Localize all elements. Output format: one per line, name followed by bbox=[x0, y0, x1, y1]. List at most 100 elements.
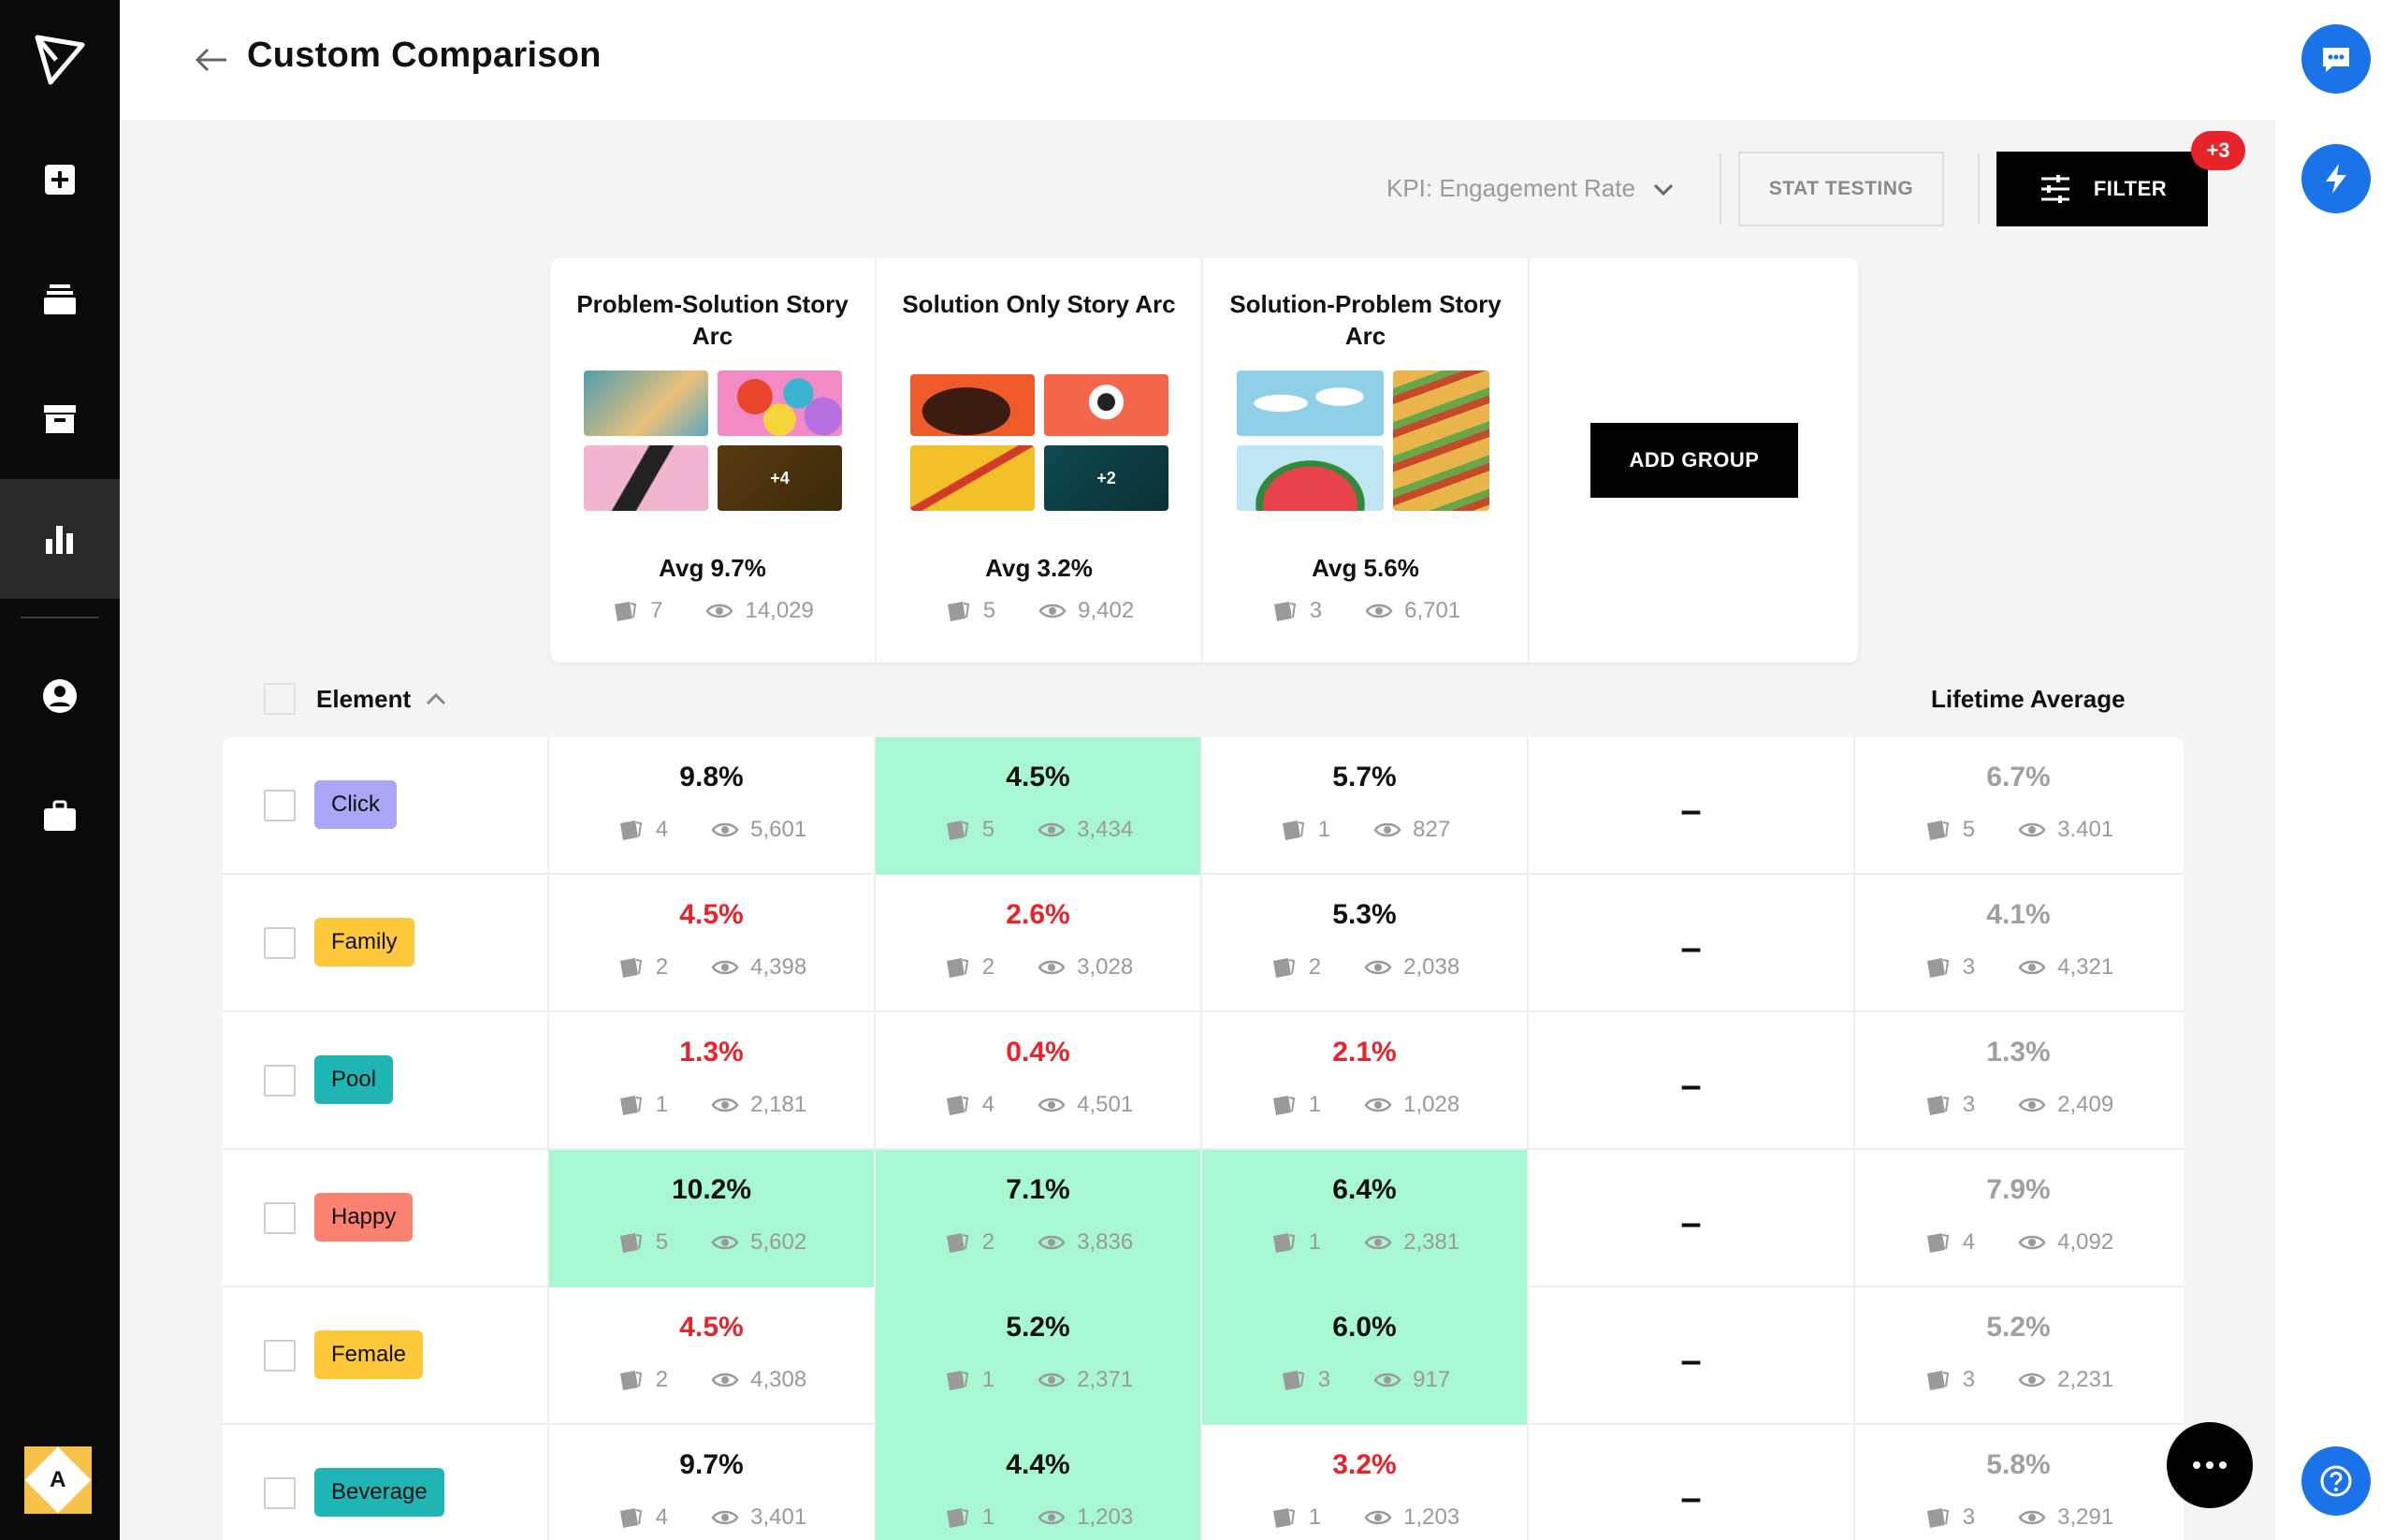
creative-icon bbox=[1926, 958, 1949, 978]
creative-thumbnail[interactable] bbox=[1393, 370, 1489, 511]
metric-cell[interactable]: 0.4% 4 4,501 bbox=[876, 1012, 1202, 1150]
element-tag[interactable]: Pool bbox=[314, 1055, 394, 1104]
creative-thumbnail[interactable] bbox=[1237, 445, 1384, 511]
nav-item-workspace[interactable] bbox=[0, 756, 120, 876]
metric-cell[interactable]: 7.1% 2 3,836 bbox=[876, 1150, 1202, 1287]
creatives-count: 1 bbox=[981, 1367, 995, 1392]
views-count: 5,602 bbox=[750, 1229, 807, 1255]
element-cell: Happy bbox=[223, 1150, 549, 1287]
views-count: 1,203 bbox=[1077, 1504, 1134, 1530]
element-tag[interactable]: Female bbox=[314, 1330, 424, 1379]
stat-testing-button[interactable]: STAT TESTING bbox=[1738, 152, 1944, 226]
kpi-label: KPI: Engagement Rate bbox=[1386, 174, 1635, 202]
metric-value: 4.5% bbox=[679, 1312, 744, 1343]
views-count: 4,501 bbox=[1077, 1092, 1134, 1117]
views-count: 3,401 bbox=[750, 1504, 807, 1530]
help-button[interactable] bbox=[2301, 1446, 2371, 1516]
logo-icon[interactable] bbox=[32, 32, 88, 88]
empty-group-cell: – bbox=[1529, 875, 1855, 1012]
filter-button[interactable]: FILTER bbox=[1996, 152, 2208, 226]
eye-icon bbox=[711, 1373, 739, 1387]
empty-group-cell: – bbox=[1529, 1012, 1855, 1150]
metric-cell[interactable]: 6.0% 3 917 bbox=[1202, 1287, 1529, 1425]
element-tag[interactable]: Beverage bbox=[314, 1468, 444, 1517]
views-count: 14,029 bbox=[745, 598, 814, 623]
views-count: 2,231 bbox=[2057, 1367, 2114, 1392]
creative-icon bbox=[1272, 1096, 1295, 1115]
creative-icon bbox=[946, 1371, 968, 1390]
creatives-count: 5 bbox=[982, 598, 996, 623]
row-checkbox[interactable] bbox=[264, 1340, 296, 1372]
metric-cell[interactable]: 9.7% 4 3,401 bbox=[549, 1425, 876, 1540]
more-actions-button[interactable] bbox=[2167, 1422, 2253, 1508]
row-checkbox[interactable] bbox=[264, 790, 296, 821]
metric-cell[interactable]: 1.3% 1 2,181 bbox=[549, 1012, 876, 1150]
creative-thumbnail[interactable] bbox=[910, 374, 1035, 436]
quick-actions-button[interactable] bbox=[2301, 144, 2371, 213]
row-checkbox[interactable] bbox=[264, 1065, 296, 1097]
user-avatar[interactable]: A bbox=[24, 1446, 92, 1514]
creative-thumbnail[interactable] bbox=[1044, 374, 1168, 436]
creatives-count: 7 bbox=[650, 598, 663, 623]
metric-cell[interactable]: 3.2% 1 1,203 bbox=[1202, 1425, 1529, 1540]
creative-thumbnail[interactable]: +2 bbox=[1044, 445, 1168, 511]
element-tag[interactable]: Click bbox=[314, 780, 397, 829]
metric-cell[interactable]: 4.5% 5 3,434 bbox=[876, 737, 1202, 875]
metric-cell[interactable]: 5.3% 2 2,038 bbox=[1202, 875, 1529, 1012]
add-group-button[interactable]: ADD GROUP bbox=[1590, 423, 1798, 498]
lifetime-value: 6.7% bbox=[1986, 762, 2051, 792]
table-row: Happy 10.2% 5 5,602 7.1% 2 3,836 6.4% 1 2,381 – 7.9… bbox=[223, 1150, 2184, 1287]
nav-item-analytics[interactable] bbox=[0, 479, 120, 599]
metric-cell[interactable]: 4.5% 2 4,398 bbox=[549, 875, 876, 1012]
creatives-count: 2 bbox=[981, 954, 995, 980]
metric-value: 2.6% bbox=[1006, 899, 1070, 930]
group-thumbnails bbox=[1237, 370, 1495, 511]
metric-cell[interactable]: 6.4% 1 2,381 bbox=[1202, 1150, 1529, 1287]
metric-cell[interactable]: 2.1% 1 1,028 bbox=[1202, 1012, 1529, 1150]
chat-button[interactable] bbox=[2301, 24, 2371, 94]
group-card[interactable]: Problem-Solution Story Arc +4 Avg 9.7% 7… bbox=[550, 258, 877, 662]
left-nav: A bbox=[0, 0, 120, 1540]
creative-icon bbox=[1272, 1233, 1295, 1253]
nav-item-archive[interactable] bbox=[0, 359, 120, 479]
metric-value: 4.5% bbox=[1006, 762, 1070, 792]
lifetime-cell: 4.1% 3 4,321 bbox=[1855, 875, 2182, 1012]
metric-cell[interactable]: 5.2% 1 2,371 bbox=[876, 1287, 1202, 1425]
nav-item-account[interactable] bbox=[0, 636, 120, 756]
creative-thumbnail[interactable]: +4 bbox=[718, 445, 842, 511]
element-column-header[interactable]: Element bbox=[316, 685, 448, 714]
creative-thumbnail[interactable] bbox=[718, 370, 842, 436]
creative-thumbnail[interactable] bbox=[1237, 370, 1384, 436]
row-checkbox[interactable] bbox=[264, 927, 296, 959]
metric-cell[interactable]: 4.5% 2 4,308 bbox=[549, 1287, 876, 1425]
element-tag[interactable]: Family bbox=[314, 918, 414, 966]
row-checkbox[interactable] bbox=[264, 1202, 296, 1234]
cell-stats: 3 3,291 bbox=[1855, 1504, 2182, 1532]
cell-stats: 2 4,398 bbox=[549, 953, 874, 981]
creatives-count: 1 bbox=[1317, 817, 1331, 842]
group-card[interactable]: Solution Only Story Arc +2 Avg 3.2% 5 9,… bbox=[877, 258, 1203, 662]
table-row: Beverage 9.7% 4 3,401 4.4% 1 1,203 3.2% 1 1,203–5… bbox=[223, 1425, 2184, 1540]
creative-thumbnail[interactable] bbox=[584, 370, 708, 436]
row-checkbox[interactable] bbox=[264, 1477, 296, 1509]
metric-cell[interactable]: 2.6% 2 3,028 bbox=[876, 875, 1202, 1012]
creative-icon bbox=[947, 602, 969, 621]
metric-value: 3.2% bbox=[1332, 1449, 1397, 1480]
metric-cell[interactable]: 4.4% 1 1,203 bbox=[876, 1425, 1202, 1540]
nav-item-library[interactable] bbox=[0, 240, 120, 359]
back-arrow-icon[interactable] bbox=[193, 41, 230, 79]
metric-cell[interactable]: 10.2% 5 5,602 bbox=[549, 1150, 876, 1287]
more-icon bbox=[2193, 1461, 2200, 1469]
creative-icon bbox=[946, 958, 968, 978]
nav-item-create[interactable] bbox=[0, 120, 120, 240]
element-tag[interactable]: Happy bbox=[314, 1193, 414, 1242]
kpi-dropdown[interactable]: KPI: Engagement Rate bbox=[1386, 174, 1676, 203]
select-all-checkbox[interactable] bbox=[264, 683, 296, 715]
metric-cell[interactable]: 9.8% 4 5,601 bbox=[549, 737, 876, 875]
creative-thumbnail[interactable] bbox=[584, 445, 708, 511]
metric-cell[interactable]: 5.7% 1 827 bbox=[1202, 737, 1529, 875]
creative-thumbnail[interactable] bbox=[910, 445, 1035, 511]
group-card[interactable]: Solution-Problem Story Arc Avg 5.6% 3 6,… bbox=[1203, 258, 1530, 662]
creatives-count: 1 bbox=[1308, 1504, 1322, 1530]
cell-stats: 2 2,038 bbox=[1202, 953, 1527, 981]
